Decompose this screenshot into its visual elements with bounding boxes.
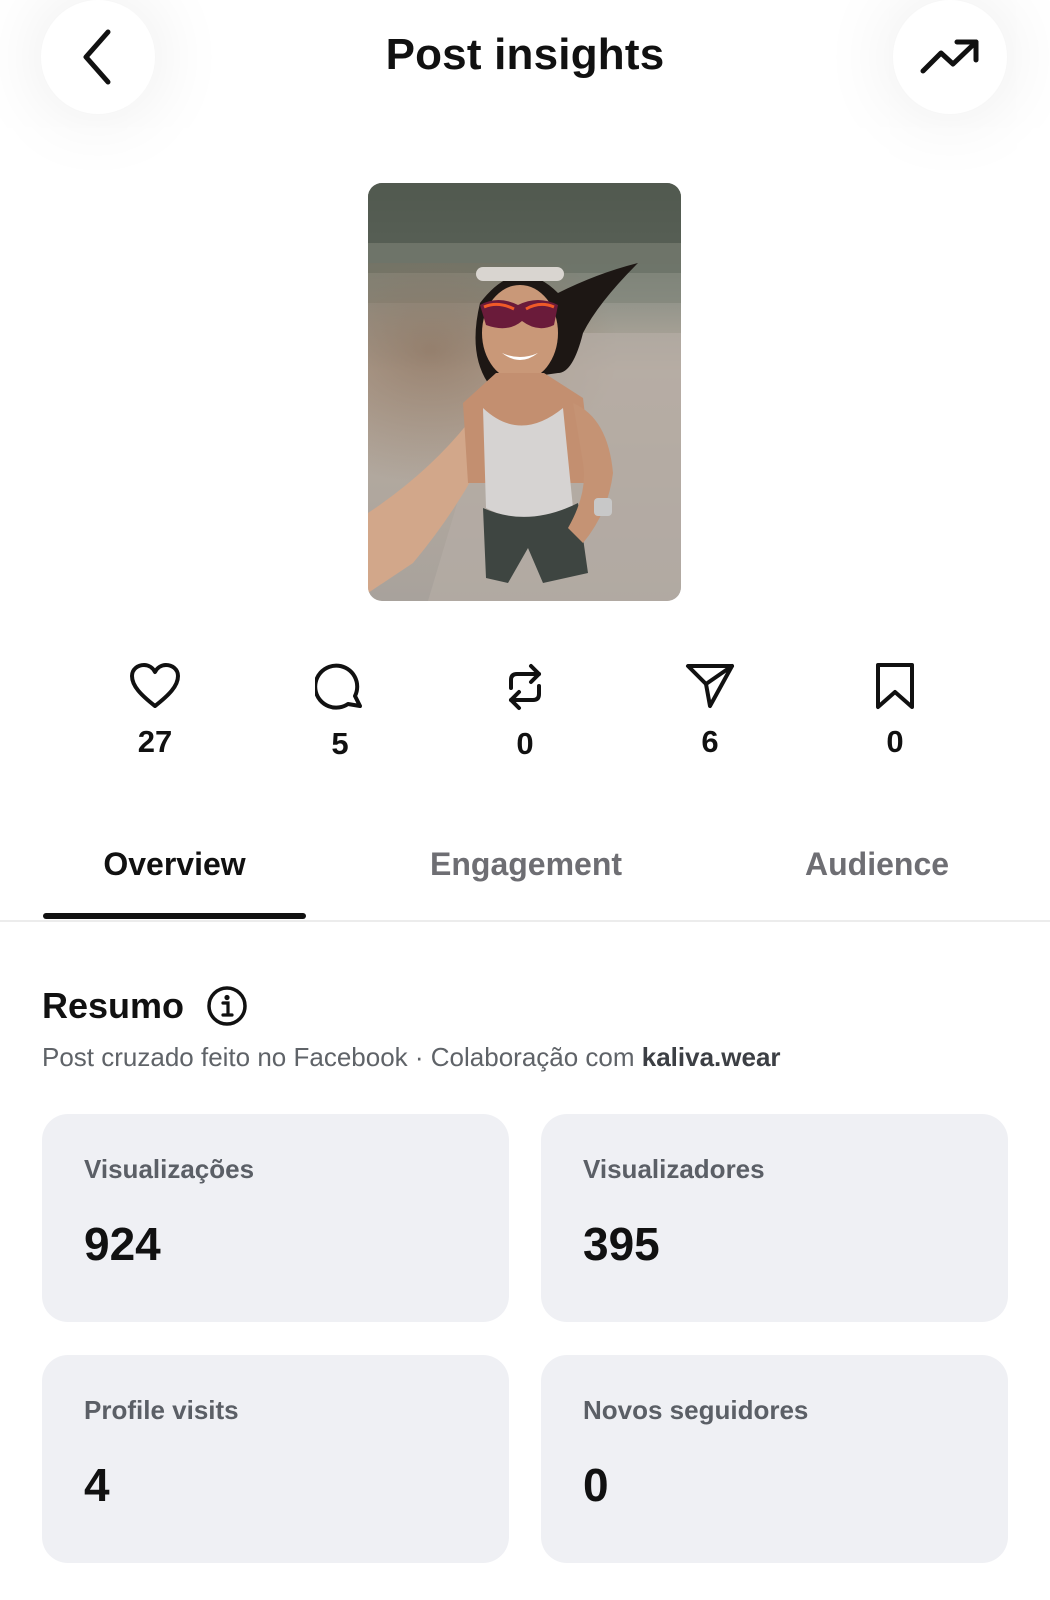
metric-card-views[interactable]: Visualizações 924 — [42, 1114, 509, 1322]
metric-card-new-followers[interactable]: Novos seguidores 0 — [541, 1355, 1008, 1563]
metric-card-profile-visits[interactable]: Profile visits 4 — [42, 1355, 509, 1563]
collaborator-link[interactable]: kaliva.wear — [642, 1042, 781, 1072]
metric-label: Profile visits — [84, 1395, 239, 1425]
comment-icon — [315, 663, 362, 710]
likes-stat[interactable]: 27 — [95, 662, 215, 760]
header: Post insights — [0, 0, 1050, 120]
metric-label: Visualizadores — [583, 1154, 765, 1184]
share-icon — [686, 664, 734, 708]
metric-value: 4 — [84, 1459, 110, 1511]
comments-stat[interactable]: 5 — [280, 662, 400, 762]
shares-count: 6 — [701, 724, 719, 759]
repost-icon — [509, 664, 541, 710]
heart-icon — [130, 663, 180, 708]
shares-stat[interactable]: 6 — [650, 662, 770, 760]
reposts-stat[interactable]: 0 — [465, 662, 585, 762]
info-icon[interactable] — [206, 985, 248, 1027]
summary-title: Resumo — [42, 985, 185, 1026]
tab-audience[interactable]: Audience — [805, 846, 949, 883]
active-tab-indicator — [43, 913, 306, 919]
bookmark-icon — [876, 663, 914, 709]
saves-count: 0 — [886, 724, 904, 759]
reposts-count: 0 — [516, 726, 534, 761]
tab-overview[interactable]: Overview — [43, 846, 306, 883]
trending-button[interactable] — [893, 0, 1007, 114]
summary-subtitle: Post cruzado feito no Facebook · Colabor… — [42, 1042, 781, 1073]
metric-value: 924 — [84, 1218, 161, 1270]
metric-card-viewers[interactable]: Visualizadores 395 — [541, 1114, 1008, 1322]
tab-engagement[interactable]: Engagement — [430, 846, 622, 883]
metric-label: Visualizações — [84, 1154, 255, 1184]
metric-value: 395 — [583, 1218, 660, 1270]
metric-label: Novos seguidores — [583, 1395, 809, 1425]
likes-count: 27 — [137, 724, 173, 759]
summary-subtitle-text: Post cruzado feito no Facebook · Colabor… — [42, 1042, 642, 1072]
trending-up-icon — [920, 39, 979, 74]
insights-tabs: Overview Engagement Audience — [0, 822, 1050, 922]
metric-value: 0 — [583, 1459, 609, 1511]
post-photo — [368, 183, 681, 601]
saves-stat[interactable]: 0 — [835, 662, 955, 760]
post-thumbnail[interactable] — [368, 183, 681, 601]
post-stats-row: 27 5 0 6 0 — [0, 662, 1050, 782]
post-insights-screen: Post insights 27 5 0 6 0 Overview Engage… — [0, 0, 1050, 1600]
comments-count: 5 — [331, 726, 349, 761]
summary-header: Resumo — [42, 985, 248, 1027]
